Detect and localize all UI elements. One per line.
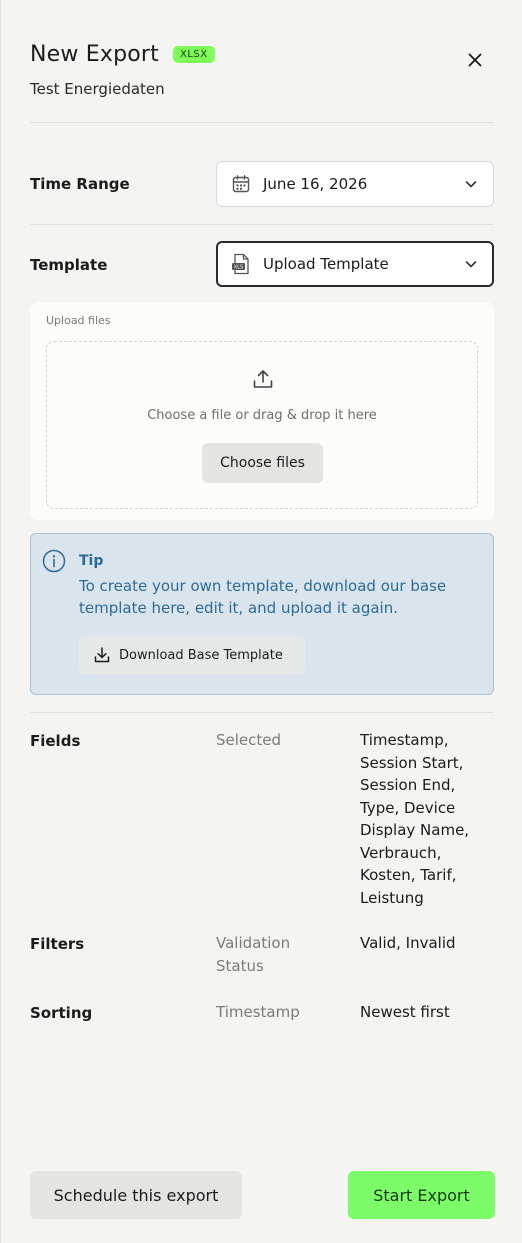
filters-value: Valid, Invalid: [360, 934, 456, 952]
upload-label: Upload files: [46, 314, 111, 327]
sorting-key: Timestamp: [216, 1003, 300, 1021]
divider: [30, 224, 494, 225]
divider: [30, 712, 494, 713]
chevron-down-icon: [465, 181, 477, 188]
tip-text: To create your own template, download ou…: [79, 577, 447, 617]
schedule-export-button[interactable]: Schedule this export: [30, 1171, 242, 1219]
close-button[interactable]: [463, 48, 487, 72]
tip-title: Tip: [79, 553, 104, 569]
choose-files-button[interactable]: Choose files: [202, 443, 323, 483]
time-range-value: June 16, 2026: [263, 175, 368, 193]
calendar-icon: [232, 175, 250, 193]
xls-file-icon: XLS: [232, 253, 249, 275]
format-badge: XLSX: [173, 46, 215, 63]
chevron-down-icon: [465, 261, 477, 268]
start-export-button[interactable]: Start Export: [348, 1171, 495, 1219]
dropzone-prompt: Choose a file or drag & drop it here: [147, 408, 377, 423]
fields-label: Fields: [30, 732, 81, 750]
download-button-label: Download Base Template: [119, 647, 283, 663]
sorting-value: Newest first: [360, 1003, 450, 1021]
filters-label: Filters: [30, 935, 85, 953]
sorting-label: Sorting: [30, 1004, 93, 1022]
filters-key: Validation Status: [216, 934, 291, 975]
svg-text:XLS: XLS: [234, 265, 243, 271]
template-select[interactable]: XLS Upload Template: [216, 241, 494, 287]
time-range-label: Time Range: [30, 175, 130, 193]
template-label: Template: [30, 256, 108, 274]
info-icon: [42, 549, 66, 573]
template-value: Upload Template: [263, 255, 389, 273]
fields-key: Selected: [216, 731, 282, 749]
export-subtitle: Test Energiedaten: [30, 80, 165, 98]
close-icon: [468, 53, 482, 67]
time-range-select[interactable]: June 16, 2026: [216, 161, 494, 207]
download-base-template-button[interactable]: Download Base Template: [79, 636, 305, 674]
export-panel: New Export XLSX Test Energiedaten Time R…: [0, 0, 522, 1243]
fields-value: Timestamp, Session Start, Session End, T…: [360, 731, 470, 907]
page-title: New Export: [30, 42, 159, 67]
upload-icon: [253, 370, 273, 388]
divider: [30, 122, 494, 123]
download-icon: [94, 647, 110, 663]
